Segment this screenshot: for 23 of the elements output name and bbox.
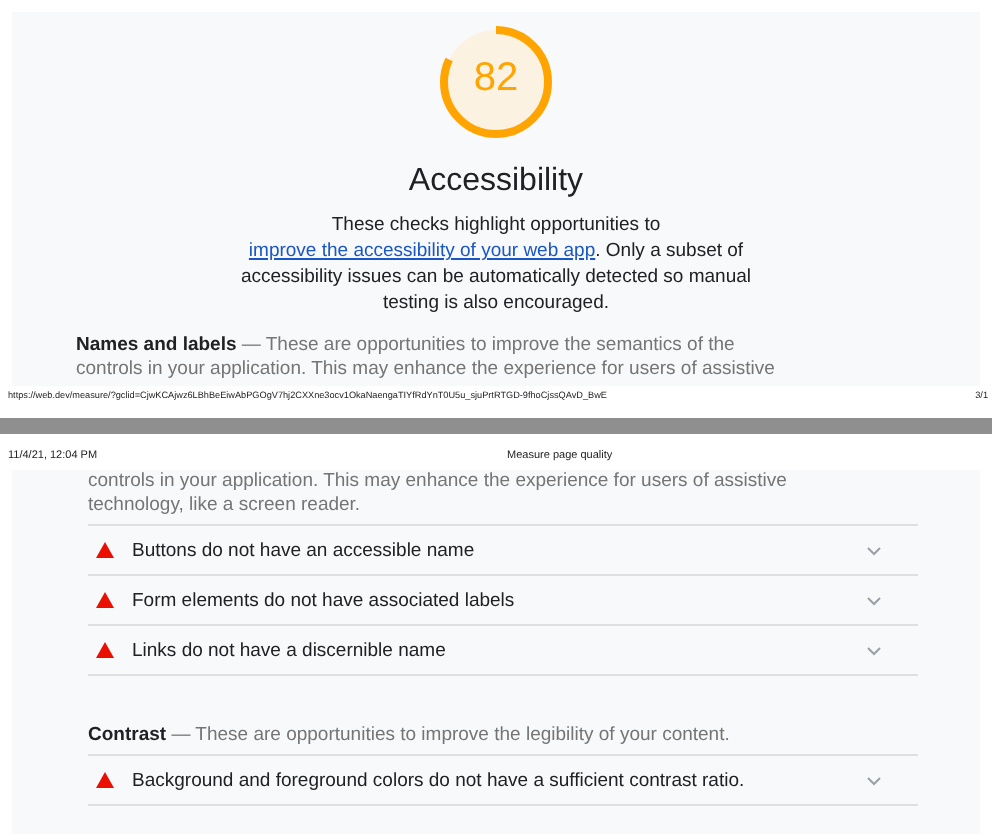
audit-row[interactable]: Form elements do not have associated labels [88, 576, 918, 626]
score-value: 82 [471, 56, 521, 102]
group-description: controls in your application. This may enhance the experience for users of assistive technology, like a screen reader. [88, 470, 789, 518]
learn-more-link[interactable]: improve the accessibility of your web app [248, 240, 596, 262]
group-description: Contrast — These are opportunities to improve the legibility of your content. [88, 724, 732, 748]
audit-row[interactable]: Buttons do not have an accessible name [88, 526, 918, 576]
category-description: These checks highlight opportunities to improve the accessibility of your web app. Only a subset of accessibility issues can be automatically detected so manual testing is also encouraged. [238, 212, 754, 316]
fail-icon [96, 772, 114, 788]
chevron-icon[interactable] [866, 645, 882, 655]
chevron-icon[interactable] [866, 775, 882, 785]
group-description: Names and labels — These are opportunities to improve the semantics of the controls in your application. This may enhance the experience for users of assistive [76, 334, 777, 382]
fail-icon [96, 642, 114, 658]
audit-title: Form elements do not have associated labels [132, 589, 517, 611]
audit-title: Buttons do not have an accessible name [132, 539, 477, 561]
audit-title: Background and foreground colors do not have a sufficient contrast ratio. [132, 769, 747, 791]
chevron-icon[interactable] [866, 545, 882, 555]
audit-title: Links do not have a discernible name [132, 639, 448, 661]
chevron-icon[interactable] [866, 595, 882, 605]
audit-row[interactable]: Links do not have a discernible name [88, 626, 918, 676]
fail-icon [96, 542, 114, 558]
audit-row[interactable]: Background and foreground colors do not have a sufficient contrast ratio. [88, 756, 918, 806]
fail-icon [96, 592, 114, 608]
category-title: Accessibility [408, 164, 584, 200]
